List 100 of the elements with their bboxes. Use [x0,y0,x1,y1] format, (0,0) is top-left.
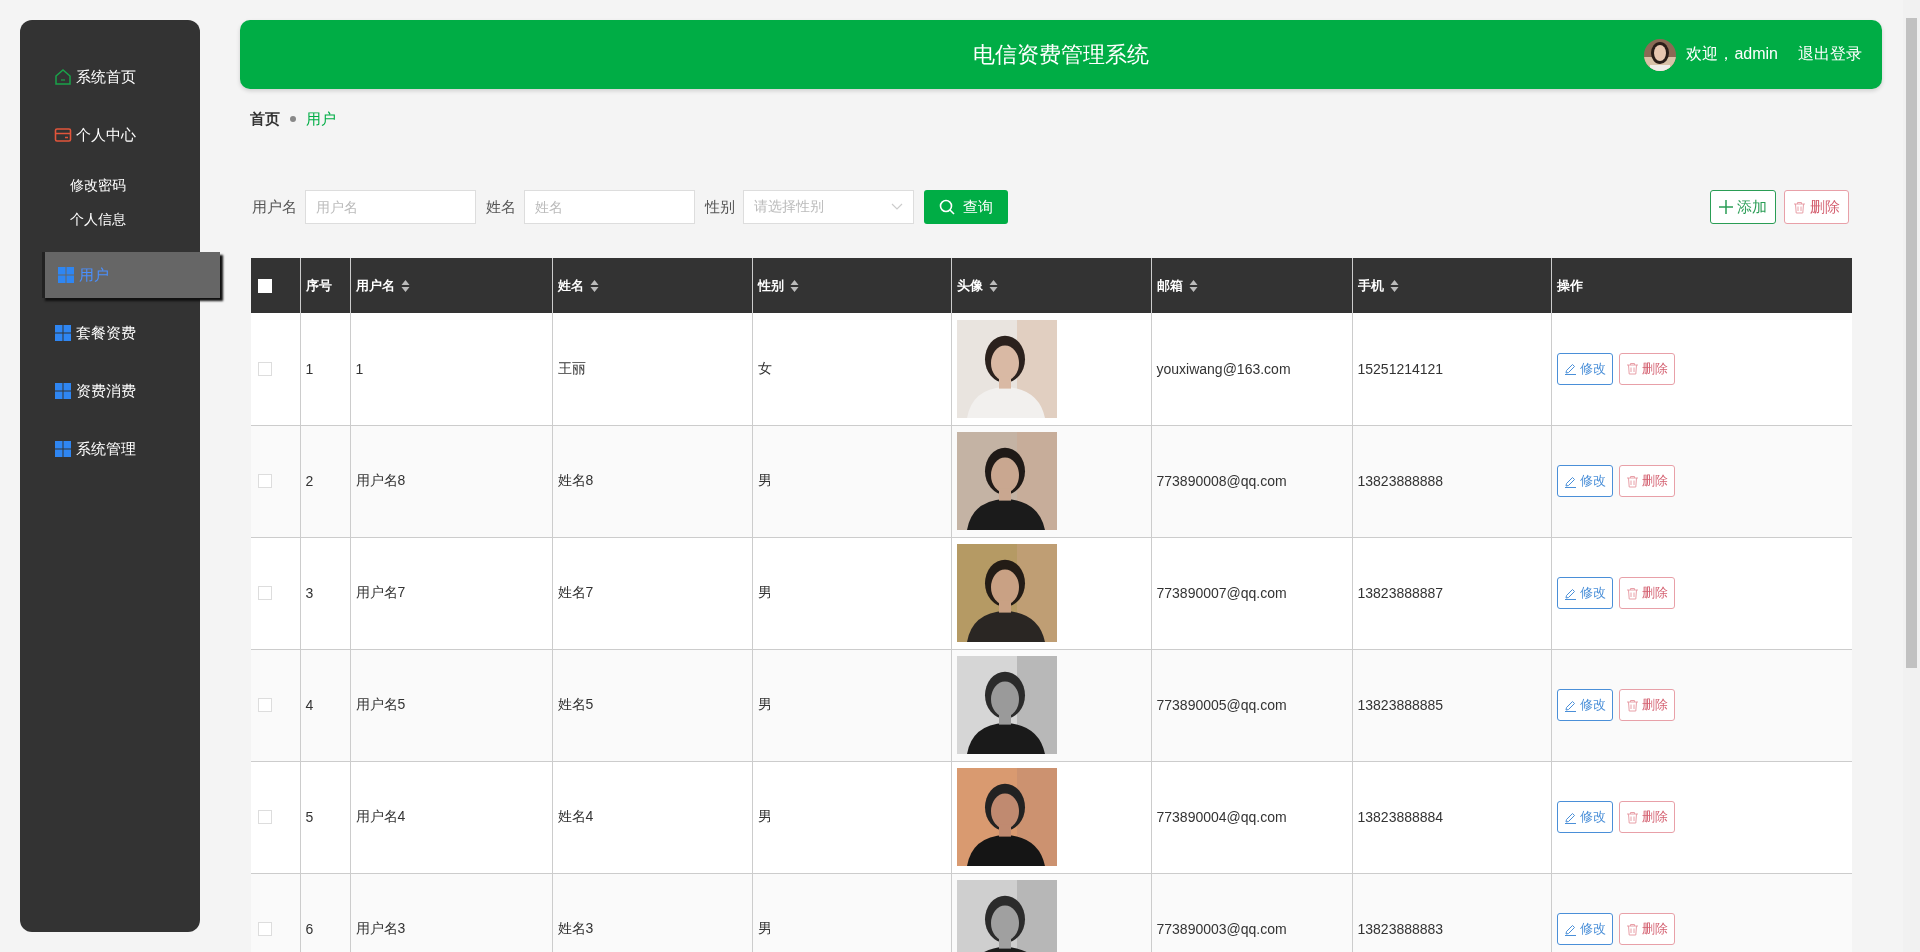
gender-cell: 男 [757,472,772,488]
search-button[interactable]: 查询 [924,190,1008,224]
sort-icon [1389,278,1399,293]
delete-button[interactable]: 删除 [1618,352,1675,385]
edit-button[interactable]: 修改 [1556,352,1613,385]
name-cell: 姓名8 [557,472,594,488]
welcome-text: 欢迎，admin [1686,44,1778,64]
grid-icon [57,266,75,284]
pencil-icon [1563,810,1577,824]
gender-cell: 男 [757,584,772,600]
gender-select[interactable]: 请选择性别 [743,190,914,224]
submenu-item[interactable]: 个人信息 [20,202,126,236]
name-cell: 姓名4 [557,808,594,824]
username-cell: 1 [355,360,364,377]
row-number: 5 [305,809,314,825]
trash-icon [1625,922,1639,936]
pencil-icon [1563,362,1577,376]
gender-cell: 男 [757,808,772,824]
pencil-icon [1563,698,1577,712]
input-field[interactable]: 用户名 [305,190,476,224]
trash-icon [1625,586,1639,600]
row-checkbox[interactable] [258,698,272,712]
column-header: 操作 [1556,277,1583,293]
row-checkbox[interactable] [258,810,272,824]
input-field[interactable]: 姓名 [524,190,695,224]
delete-button[interactable]: 删除 [1784,190,1849,224]
pencil-icon [1563,922,1577,936]
plus-icon [1719,200,1733,214]
row-checkbox[interactable] [258,361,272,376]
sortable-column-header[interactable]: 姓名 [557,276,599,295]
sortable-column-header[interactable]: 性别 [757,276,799,295]
sort-icon [1188,278,1198,293]
sort-icon [988,278,998,293]
edit-button[interactable]: 修改 [1556,801,1613,833]
submenu-item[interactable]: 修改密码 [20,168,126,202]
email-cell: youxiwang@163.com [1156,360,1291,377]
row-checkbox[interactable] [258,922,272,936]
username-cell: 用户名8 [355,472,406,488]
breadcrumb-link[interactable]: 首页 [250,109,280,129]
sortable-column-header[interactable]: 手机 [1357,276,1399,295]
search-icon [939,199,955,215]
sortable-column-header[interactable]: 用户名 [355,276,410,295]
delete-button[interactable]: 删除 [1618,577,1675,609]
row-checkbox[interactable] [258,474,272,488]
username-cell: 用户名5 [355,696,406,712]
email-cell: 773890004@qq.com [1156,809,1287,825]
select-all-checkbox[interactable] [258,278,272,293]
column-header: 序号 [305,277,332,293]
field-label: 性别 [705,197,735,217]
email-cell: 773890008@qq.com [1156,473,1287,489]
trash-icon [1625,474,1639,488]
email-cell: 773890003@qq.com [1156,921,1287,937]
edit-button[interactable]: 修改 [1556,689,1613,721]
phone-cell: 13823888884 [1357,809,1444,825]
grid-icon [54,440,72,458]
menu-item[interactable]: 资费消费 [20,362,136,420]
card-icon [54,126,72,144]
phone-cell: 13823888888 [1357,473,1444,489]
grid-icon [54,324,72,342]
breadcrumb-separator [290,116,296,122]
email-cell: 773890005@qq.com [1156,697,1287,713]
name-cell: 姓名7 [557,584,594,600]
edit-button[interactable]: 修改 [1556,465,1613,497]
trash-icon [1625,698,1639,712]
sort-icon [589,278,599,293]
row-number: 6 [305,921,314,937]
menu-item[interactable]: 系统管理 [20,420,136,478]
menu-item[interactable]: 个人中心 [20,106,136,164]
menu-item[interactable]: 套餐资费 [20,304,136,362]
trash-icon [1793,200,1806,214]
trash-icon [1625,362,1639,376]
delete-button[interactable]: 删除 [1618,913,1675,945]
delete-button[interactable]: 删除 [1618,689,1675,721]
phone-cell: 13823888883 [1357,921,1444,937]
chevron-down-icon [891,203,903,211]
pencil-icon [1563,586,1577,600]
delete-button[interactable]: 删除 [1618,801,1675,833]
name-cell: 王丽 [557,359,586,376]
email-cell: 773890007@qq.com [1156,585,1287,601]
row-number: 4 [305,697,314,713]
menu-item[interactable]: 系统首页 [20,48,136,106]
home-icon [54,68,72,86]
field-label: 用户名 [252,197,297,217]
name-cell: 姓名3 [557,920,594,936]
gender-cell: 男 [757,920,772,936]
sortable-column-header[interactable]: 邮箱 [1156,276,1198,295]
sort-icon [789,278,799,293]
edit-button[interactable]: 修改 [1556,913,1613,945]
username-cell: 用户名3 [355,920,406,936]
name-cell: 姓名5 [557,696,594,712]
delete-button[interactable]: 删除 [1618,465,1675,497]
trash-icon [1625,810,1639,824]
row-checkbox[interactable] [258,586,272,600]
sortable-column-header[interactable]: 头像 [956,276,998,295]
add-button[interactable]: 添加 [1710,190,1776,224]
edit-button[interactable]: 修改 [1556,577,1613,609]
gender-cell: 男 [757,696,772,712]
row-number: 3 [305,585,314,601]
app-title: 电信资费管理系统 [973,40,1149,69]
logout-link[interactable]: 退出登录 [1798,44,1862,65]
